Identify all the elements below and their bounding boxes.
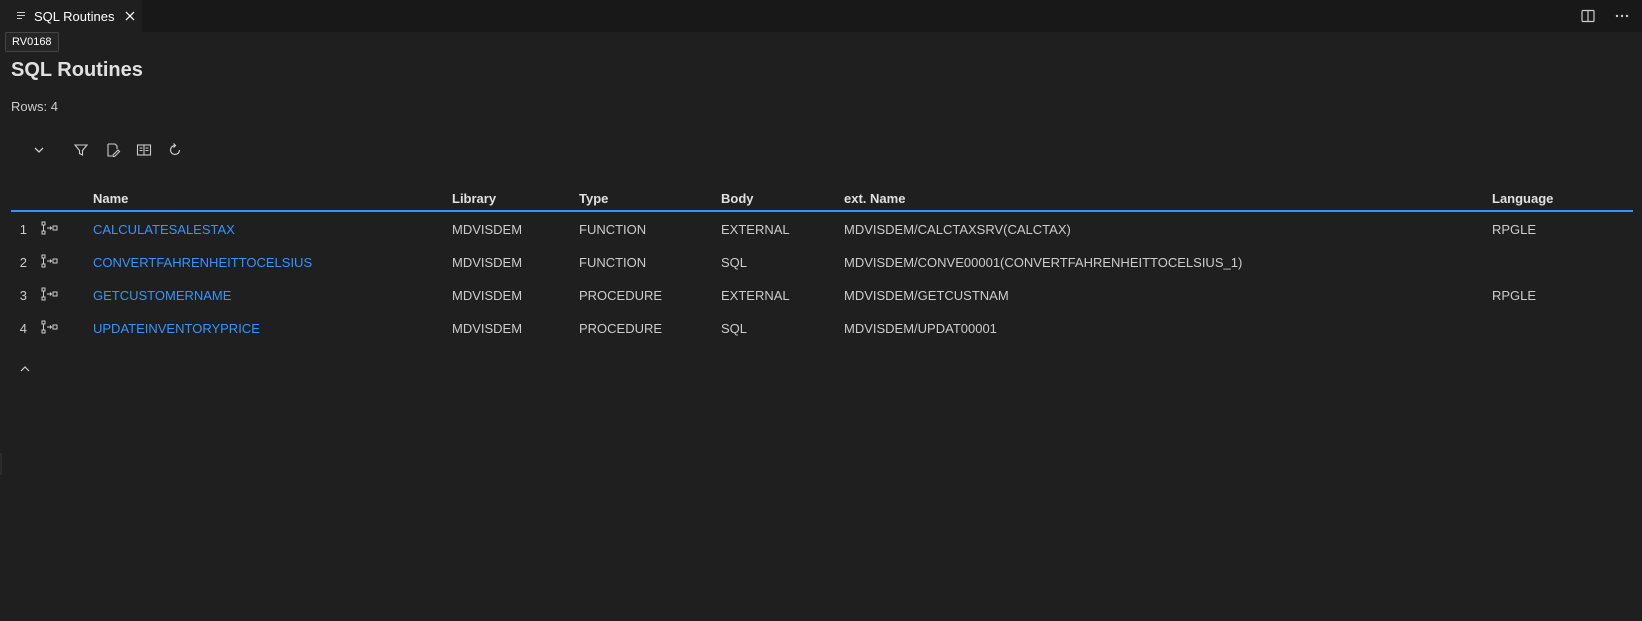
tab-bar: SQL Routines	[0, 0, 1642, 32]
row-number: 1	[19, 222, 27, 237]
table-row[interactable]: 2 CONVERTFAHRENHEITTOCELSIUS MDVISDEM FU…	[11, 245, 1633, 278]
refresh-icon	[167, 142, 183, 163]
filter-icon	[73, 142, 89, 163]
cell-language: RPGLE	[1492, 222, 1537, 237]
edit-button[interactable]	[104, 142, 122, 163]
cell-ext-name: MDVISDEM/CONVE00001(CONVERTFAHRENHEITTOC…	[844, 255, 1243, 270]
filter-button[interactable]	[72, 143, 90, 161]
cell-type: PROCEDURE	[579, 321, 663, 336]
routine-id-badge: RV0168	[5, 32, 59, 52]
routine-structure-icon[interactable]	[41, 221, 59, 238]
cell-library: MDVISDEM	[452, 222, 523, 237]
cell-type: FUNCTION	[579, 255, 647, 270]
routines-table: Name Library Type Body ext. Name Languag…	[11, 188, 1633, 344]
header-body[interactable]: Body	[721, 191, 754, 206]
tab-sql-routines[interactable]: SQL Routines	[0, 0, 142, 32]
table-row[interactable]: 1 CALCULATESALESTAX MDVISDEM FUNCTION EX…	[11, 212, 1633, 245]
row-number: 2	[19, 255, 27, 270]
header-ext-name[interactable]: ext. Name	[844, 191, 905, 206]
header-language[interactable]: Language	[1492, 191, 1553, 206]
table-row[interactable]: 3 GETCUSTOMERNAME MDVISDEM PROCEDURE EXT…	[11, 278, 1633, 311]
row-number: 4	[19, 321, 27, 336]
chevron-up-icon[interactable]	[19, 361, 31, 372]
tab-title: SQL Routines	[34, 8, 115, 24]
cell-body: SQL	[721, 321, 748, 336]
more-actions-icon[interactable]	[1614, 8, 1630, 24]
edit-icon	[105, 142, 121, 163]
row-number: 3	[19, 288, 27, 303]
routine-name-link[interactable]: CALCULATESALESTAX	[93, 222, 235, 237]
table-row[interactable]: 4 UPDATEINVENTORYPRICE MDVISDEM PROCEDUR…	[11, 311, 1633, 344]
cell-body: SQL	[721, 255, 748, 270]
header-library[interactable]: Library	[452, 191, 496, 206]
routine-structure-icon[interactable]	[41, 254, 59, 271]
cell-library: MDVISDEM	[452, 288, 523, 303]
routine-name-link[interactable]: UPDATEINVENTORYPRICE	[93, 321, 260, 336]
columns-icon	[136, 142, 152, 163]
header-name[interactable]: Name	[93, 191, 128, 206]
routine-structure-icon[interactable]	[41, 320, 59, 337]
columns-button[interactable]	[135, 143, 153, 161]
close-icon[interactable]	[124, 10, 136, 22]
routine-name-link[interactable]: GETCUSTOMERNAME	[93, 288, 231, 303]
table-header: Name Library Type Body ext. Name Languag…	[11, 188, 1633, 212]
collapse-button[interactable]	[30, 143, 48, 161]
list-icon	[16, 10, 28, 22]
header-type[interactable]: Type	[579, 191, 608, 206]
chevron-down-icon	[32, 143, 46, 162]
cell-type: FUNCTION	[579, 222, 647, 237]
cell-type: PROCEDURE	[579, 288, 663, 303]
cell-ext-name: MDVISDEM/GETCUSTNAM	[844, 288, 1009, 303]
panel-edge-divider	[0, 453, 2, 475]
routine-name-link[interactable]: CONVERTFAHRENHEITTOCELSIUS	[93, 255, 312, 270]
cell-ext-name: MDVISDEM/CALCTAXSRV(CALCTAX)	[844, 222, 1071, 237]
row-count: Rows: 4	[11, 99, 58, 114]
cell-body: EXTERNAL	[721, 222, 790, 237]
tab-bar-actions	[1580, 0, 1630, 32]
split-editor-icon[interactable]	[1580, 8, 1596, 24]
refresh-button[interactable]	[166, 142, 184, 163]
cell-library: MDVISDEM	[452, 255, 523, 270]
page-title: SQL Routines	[11, 59, 143, 81]
cell-language: RPGLE	[1492, 288, 1537, 303]
cell-ext-name: MDVISDEM/UPDAT00001	[844, 321, 997, 336]
cell-body: EXTERNAL	[721, 288, 790, 303]
cell-library: MDVISDEM	[452, 321, 523, 336]
routine-structure-icon[interactable]	[41, 287, 59, 304]
